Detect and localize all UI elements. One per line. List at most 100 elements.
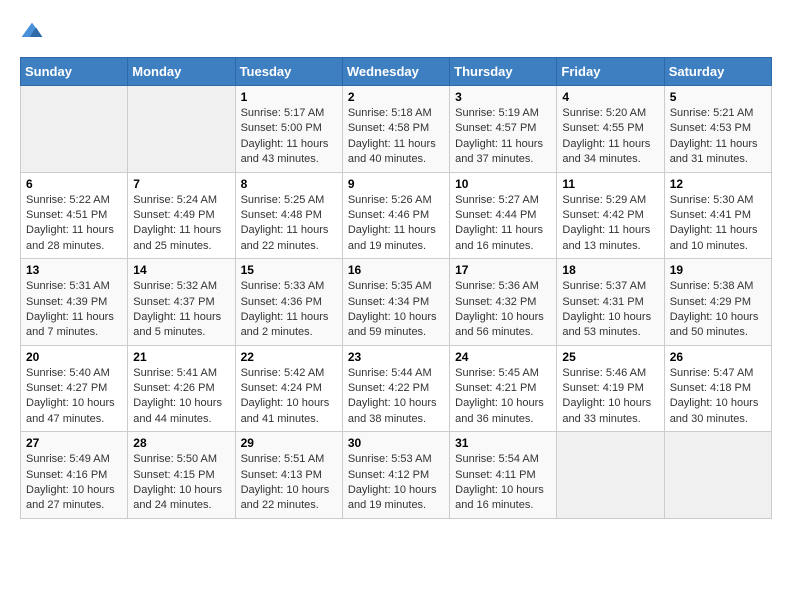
day-number: 4 [562, 90, 658, 104]
day-number: 9 [348, 177, 444, 191]
day-cell: 26Sunrise: 5:47 AM Sunset: 4:18 PM Dayli… [664, 345, 771, 432]
day-number: 3 [455, 90, 551, 104]
week-row-0: 1 Sunrise: 5:17 AM Sunset: 5:00 PM Daylig… [21, 86, 772, 173]
day-info: Sunrise: 5:53 AM Sunset: 4:12 PM Dayligh… [348, 452, 444, 514]
day-info: Sunrise: 5:33 AM Sunset: 4:36 PM Dayligh… [241, 279, 337, 341]
day-number: 22 [241, 350, 337, 364]
day-cell: 23 Sunrise: 5:44 AM Sunset: 4:22 PM Dayli… [342, 345, 449, 432]
day-info: Sunrise: 5:45 AM Sunset: 4:21 PM Dayligh… [455, 366, 551, 428]
day-cell: 24Sunrise: 5:45 AM Sunset: 4:21 PM Dayli… [450, 345, 557, 432]
day-cell: 30 Sunrise: 5:53 AM Sunset: 4:12 PM Dayli… [342, 432, 449, 519]
day-cell: 1 Sunrise: 5:17 AM Sunset: 5:00 PM Daylig… [235, 86, 342, 173]
day-info: Sunrise: 5:25 AM Sunset: 4:48 PM Dayligh… [241, 193, 337, 255]
day-info: Sunrise: 5:46 AM Sunset: 4:19 PM Dayligh… [562, 366, 658, 428]
day-info: Sunrise: 5:40 AM Sunset: 4:27 PM Dayligh… [26, 366, 122, 428]
day-number: 31 [455, 436, 551, 450]
header-cell-saturday: Saturday [664, 58, 771, 86]
day-cell: 4 Sunrise: 5:20 AM Sunset: 4:55 PM Daylig… [557, 86, 664, 173]
week-row-1: 6 Sunrise: 5:22 AM Sunset: 4:51 PM Daylig… [21, 172, 772, 259]
day-number: 16 [348, 263, 444, 277]
day-info: Sunrise: 5:18 AM Sunset: 4:58 PM Dayligh… [348, 106, 444, 168]
day-info: Sunrise: 5:47 AM Sunset: 4:18 PM Dayligh… [670, 366, 766, 428]
day-number: 23 [348, 350, 444, 364]
week-row-2: 13 Sunrise: 5:31 AM Sunset: 4:39 PM Dayli… [21, 259, 772, 346]
day-number: 6 [26, 177, 122, 191]
day-number: 7 [133, 177, 229, 191]
day-cell: 6 Sunrise: 5:22 AM Sunset: 4:51 PM Daylig… [21, 172, 128, 259]
day-info: Sunrise: 5:19 AM Sunset: 4:57 PM Dayligh… [455, 106, 551, 168]
day-cell: 28 Sunrise: 5:50 AM Sunset: 4:15 PM Dayli… [128, 432, 235, 519]
day-cell [21, 86, 128, 173]
day-info: Sunrise: 5:30 AM Sunset: 4:41 PM Dayligh… [670, 193, 766, 255]
day-info: Sunrise: 5:17 AM Sunset: 5:00 PM Dayligh… [241, 106, 337, 168]
day-number: 21 [133, 350, 229, 364]
header-cell-thursday: Thursday [450, 58, 557, 86]
day-number: 2 [348, 90, 444, 104]
day-number: 14 [133, 263, 229, 277]
day-info: Sunrise: 5:21 AM Sunset: 4:53 PM Dayligh… [670, 106, 766, 168]
day-cell: 27 Sunrise: 5:49 AM Sunset: 4:16 PM Dayli… [21, 432, 128, 519]
day-cell: 19 Sunrise: 5:38 AM Sunset: 4:29 PM Dayli… [664, 259, 771, 346]
day-cell: 20 Sunrise: 5:40 AM Sunset: 4:27 PM Dayli… [21, 345, 128, 432]
day-number: 30 [348, 436, 444, 450]
day-info: Sunrise: 5:26 AM Sunset: 4:46 PM Dayligh… [348, 193, 444, 255]
day-info: Sunrise: 5:50 AM Sunset: 4:15 PM Dayligh… [133, 452, 229, 514]
day-info: Sunrise: 5:41 AM Sunset: 4:26 PM Dayligh… [133, 366, 229, 428]
day-info: Sunrise: 5:31 AM Sunset: 4:39 PM Dayligh… [26, 279, 122, 341]
day-info: Sunrise: 5:49 AM Sunset: 4:16 PM Dayligh… [26, 452, 122, 514]
day-number: 1 [241, 90, 337, 104]
day-cell: 11 Sunrise: 5:29 AM Sunset: 4:42 PM Dayli… [557, 172, 664, 259]
day-cell: 12 Sunrise: 5:30 AM Sunset: 4:41 PM Dayli… [664, 172, 771, 259]
day-number: 29 [241, 436, 337, 450]
day-cell: 25 Sunrise: 5:46 AM Sunset: 4:19 PM Dayli… [557, 345, 664, 432]
day-cell [664, 432, 771, 519]
day-info: Sunrise: 5:27 AM Sunset: 4:44 PM Dayligh… [455, 193, 551, 255]
day-info: Sunrise: 5:29 AM Sunset: 4:42 PM Dayligh… [562, 193, 658, 255]
day-number: 11 [562, 177, 658, 191]
day-number: 5 [670, 90, 766, 104]
day-cell: 15 Sunrise: 5:33 AM Sunset: 4:36 PM Dayli… [235, 259, 342, 346]
day-number: 27 [26, 436, 122, 450]
day-cell: 8 Sunrise: 5:25 AM Sunset: 4:48 PM Daylig… [235, 172, 342, 259]
day-number: 13 [26, 263, 122, 277]
day-info: Sunrise: 5:42 AM Sunset: 4:24 PM Dayligh… [241, 366, 337, 428]
day-number: 12 [670, 177, 766, 191]
day-info: Sunrise: 5:36 AM Sunset: 4:32 PM Dayligh… [455, 279, 551, 341]
header-cell-wednesday: Wednesday [342, 58, 449, 86]
day-cell: 7Sunrise: 5:24 AM Sunset: 4:49 PM Daylig… [128, 172, 235, 259]
week-row-3: 20 Sunrise: 5:40 AM Sunset: 4:27 PM Dayli… [21, 345, 772, 432]
day-cell: 16Sunrise: 5:35 AM Sunset: 4:34 PM Dayli… [342, 259, 449, 346]
day-number: 19 [670, 263, 766, 277]
day-info: Sunrise: 5:37 AM Sunset: 4:31 PM Dayligh… [562, 279, 658, 341]
day-cell: 9 Sunrise: 5:26 AM Sunset: 4:46 PM Daylig… [342, 172, 449, 259]
header-cell-sunday: Sunday [21, 58, 128, 86]
day-info: Sunrise: 5:22 AM Sunset: 4:51 PM Dayligh… [26, 193, 122, 255]
day-cell: 21 Sunrise: 5:41 AM Sunset: 4:26 PM Dayli… [128, 345, 235, 432]
calendar-body: 1 Sunrise: 5:17 AM Sunset: 5:00 PM Daylig… [21, 86, 772, 519]
day-cell: 22 Sunrise: 5:42 AM Sunset: 4:24 PM Dayli… [235, 345, 342, 432]
day-info: Sunrise: 5:51 AM Sunset: 4:13 PM Dayligh… [241, 452, 337, 514]
day-number: 15 [241, 263, 337, 277]
calendar-table: SundayMondayTuesdayWednesdayThursdayFrid… [20, 57, 772, 519]
page-header [20, 20, 772, 41]
day-cell: 18 Sunrise: 5:37 AM Sunset: 4:31 PM Dayli… [557, 259, 664, 346]
header-cell-monday: Monday [128, 58, 235, 86]
day-cell: 17Sunrise: 5:36 AM Sunset: 4:32 PM Dayli… [450, 259, 557, 346]
day-number: 8 [241, 177, 337, 191]
day-info: Sunrise: 5:32 AM Sunset: 4:37 PM Dayligh… [133, 279, 229, 341]
day-cell: 31Sunrise: 5:54 AM Sunset: 4:11 PM Dayli… [450, 432, 557, 519]
day-info: Sunrise: 5:20 AM Sunset: 4:55 PM Dayligh… [562, 106, 658, 168]
day-number: 18 [562, 263, 658, 277]
day-cell: 13 Sunrise: 5:31 AM Sunset: 4:39 PM Dayli… [21, 259, 128, 346]
day-info: Sunrise: 5:44 AM Sunset: 4:22 PM Dayligh… [348, 366, 444, 428]
day-number: 25 [562, 350, 658, 364]
day-cell: 2 Sunrise: 5:18 AM Sunset: 4:58 PM Daylig… [342, 86, 449, 173]
day-info: Sunrise: 5:38 AM Sunset: 4:29 PM Dayligh… [670, 279, 766, 341]
day-cell: 3 Sunrise: 5:19 AM Sunset: 4:57 PM Daylig… [450, 86, 557, 173]
day-number: 28 [133, 436, 229, 450]
week-row-4: 27 Sunrise: 5:49 AM Sunset: 4:16 PM Dayli… [21, 432, 772, 519]
logo [20, 20, 48, 41]
logo-icon [20, 21, 44, 41]
day-number: 20 [26, 350, 122, 364]
header-cell-tuesday: Tuesday [235, 58, 342, 86]
